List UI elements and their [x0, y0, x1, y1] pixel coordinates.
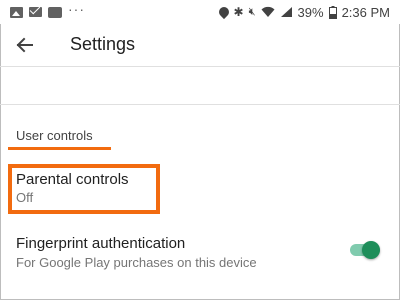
section-header-user-controls: User controls — [16, 128, 93, 143]
image-icon — [10, 6, 23, 18]
location-icon — [216, 4, 231, 20]
app-bar: Settings — [0, 24, 400, 67]
wifi-icon — [261, 6, 275, 17]
message-icon — [48, 6, 62, 18]
mail-icon — [29, 7, 42, 17]
more-dots-icon: ··· — [68, 1, 85, 17]
clock-time: 2:36 PM — [341, 4, 390, 20]
page-title: Settings — [70, 34, 136, 54]
parental-controls-title: Parental controls — [16, 171, 129, 188]
fingerprint-authentication-subtitle: For Google Play purchases on this device — [16, 255, 257, 270]
signal-icon — [280, 7, 292, 17]
status-bar: ··· ✱ 🔇︎ 39% 2:36 PM — [0, 0, 400, 24]
arrow-back-icon[interactable] — [12, 32, 38, 58]
mute-icon: 🔇︎ — [248, 5, 256, 18]
fingerprint-authentication-title: Fingerprint authentication — [16, 235, 186, 252]
toggle-thumb — [362, 241, 380, 259]
section-divider — [0, 104, 400, 105]
annotation-underline — [8, 147, 111, 150]
battery-percent: 39% — [297, 4, 324, 20]
status-bar-left: ··· — [10, 1, 85, 20]
parental-controls-status: Off — [16, 190, 34, 205]
battery-icon — [328, 5, 337, 19]
status-bar-right: ✱ 🔇︎ 39% 2:36 PM — [216, 3, 390, 21]
bluetooth-icon: ✱ — [233, 5, 244, 19]
